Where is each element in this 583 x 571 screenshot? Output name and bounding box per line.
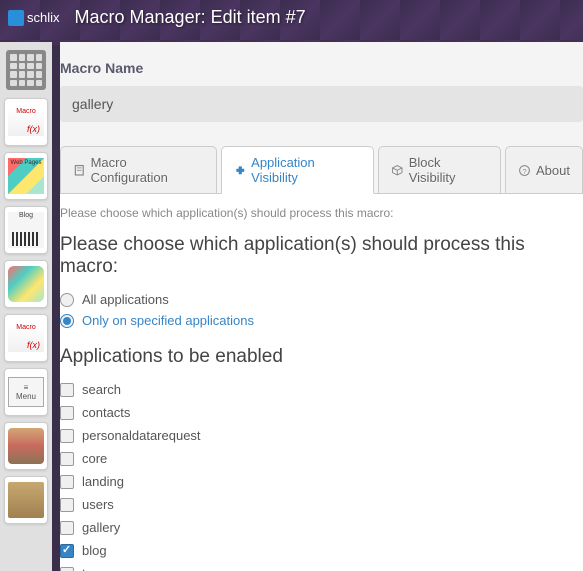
tabs: Macro Configuration Application Visibili… bbox=[60, 146, 583, 194]
app-checkbox-gallery[interactable]: gallery bbox=[60, 520, 583, 535]
radio-label: All applications bbox=[82, 292, 169, 307]
checkbox-input[interactable] bbox=[60, 452, 74, 466]
checkbox-label: search bbox=[82, 382, 121, 397]
question-icon: ? bbox=[518, 164, 531, 177]
menu-icon bbox=[8, 377, 44, 407]
radio-input[interactable] bbox=[60, 314, 74, 328]
radio-label: Only on specified applications bbox=[82, 313, 254, 328]
main-wrapper: Macro Web Pages Blog Macro Macro Name bbox=[0, 42, 583, 571]
macro-name-input[interactable] bbox=[60, 86, 583, 122]
tab-label: Macro Configuration bbox=[91, 155, 204, 185]
tab-panel: Please choose which application(s) shoul… bbox=[60, 194, 583, 571]
blog-icon: Blog bbox=[8, 212, 44, 248]
help-text: Please choose which application(s) shoul… bbox=[60, 206, 583, 220]
checkbox-label: gallery bbox=[82, 520, 120, 535]
sidebar-item-webpages[interactable]: Web Pages bbox=[4, 152, 48, 200]
checkbox-label: users bbox=[82, 497, 114, 512]
apps-checkbox-list: search contacts personaldatarequest core… bbox=[60, 382, 583, 571]
page-title: Macro Manager: Edit item #7 bbox=[75, 7, 306, 28]
app-checkbox-landing[interactable]: landing bbox=[60, 474, 583, 489]
checkbox-input[interactable] bbox=[60, 567, 74, 571]
checkbox-label: contacts bbox=[82, 405, 130, 420]
tab-block-visibility[interactable]: Block Visibility bbox=[378, 146, 501, 193]
sidebar-item-menu[interactable] bbox=[4, 368, 48, 416]
tab-application-visibility[interactable]: Application Visibility bbox=[221, 146, 375, 194]
app-checkbox-blog[interactable]: blog bbox=[60, 543, 583, 558]
checkbox-input[interactable] bbox=[60, 544, 74, 558]
block-icon bbox=[8, 266, 44, 302]
content-area: Macro Name Macro Configuration Applicati… bbox=[60, 42, 583, 571]
app-checkbox-contacts[interactable]: contacts bbox=[60, 405, 583, 420]
sidebar-item-tools[interactable] bbox=[4, 476, 48, 524]
tab-about[interactable]: ? About bbox=[505, 146, 583, 193]
tab-label: Block Visibility bbox=[409, 155, 488, 185]
brand-text: schlix bbox=[27, 10, 60, 25]
tab-label: Application Visibility bbox=[251, 155, 361, 185]
checkbox-label: tag bbox=[82, 566, 100, 571]
checkbox-input[interactable] bbox=[60, 406, 74, 420]
checkbox-input[interactable] bbox=[60, 429, 74, 443]
tools-icon bbox=[8, 482, 44, 518]
macro-icon: Macro bbox=[8, 324, 44, 352]
apps-section-title: Applications to be enabled bbox=[60, 346, 583, 368]
tab-macro-configuration[interactable]: Macro Configuration bbox=[60, 146, 217, 193]
puzzle-icon bbox=[234, 164, 247, 177]
sidebar-item-blog[interactable]: Blog bbox=[4, 206, 48, 254]
checkbox-label: landing bbox=[82, 474, 124, 489]
sidebar-item-block[interactable] bbox=[4, 260, 48, 308]
macro-icon: Macro bbox=[8, 108, 44, 136]
checkbox-label: personaldatarequest bbox=[82, 428, 201, 443]
radio-input[interactable] bbox=[60, 293, 74, 307]
checkbox-input[interactable] bbox=[60, 498, 74, 512]
checkbox-input[interactable] bbox=[60, 521, 74, 535]
users-icon bbox=[8, 428, 44, 464]
radio-all-applications[interactable]: All applications bbox=[60, 292, 583, 307]
app-checkbox-personaldatarequest[interactable]: personaldatarequest bbox=[60, 428, 583, 443]
logo-icon bbox=[8, 10, 24, 26]
app-checkbox-search[interactable]: search bbox=[60, 382, 583, 397]
section-title: Please choose which application(s) shoul… bbox=[60, 234, 583, 278]
checkbox-label: core bbox=[82, 451, 107, 466]
sidebar-item-macro-2[interactable]: Macro bbox=[4, 314, 48, 362]
visibility-radio-group: All applications Only on specified appli… bbox=[60, 292, 583, 328]
header: schlix Macro Manager: Edit item #7 bbox=[0, 0, 583, 35]
brand-logo[interactable]: schlix bbox=[8, 10, 60, 26]
sidebar-apps-grid-icon[interactable] bbox=[6, 50, 46, 90]
app-checkbox-core[interactable]: core bbox=[60, 451, 583, 466]
file-icon bbox=[73, 164, 86, 177]
app-checkbox-tag[interactable]: tag bbox=[60, 566, 583, 571]
checkbox-input[interactable] bbox=[60, 383, 74, 397]
webpages-icon: Web Pages bbox=[8, 158, 44, 194]
radio-specified-applications[interactable]: Only on specified applications bbox=[60, 313, 583, 328]
app-checkbox-users[interactable]: users bbox=[60, 497, 583, 512]
tab-label: About bbox=[536, 163, 570, 178]
cube-icon bbox=[391, 164, 404, 177]
checkbox-input[interactable] bbox=[60, 475, 74, 489]
sidebar: Macro Web Pages Blog Macro bbox=[0, 42, 52, 571]
sidebar-item-macro[interactable]: Macro bbox=[4, 98, 48, 146]
macro-name-label: Macro Name bbox=[60, 60, 583, 76]
checkbox-label: blog bbox=[82, 543, 107, 558]
sidebar-item-users[interactable] bbox=[4, 422, 48, 470]
svg-text:?: ? bbox=[522, 166, 526, 175]
